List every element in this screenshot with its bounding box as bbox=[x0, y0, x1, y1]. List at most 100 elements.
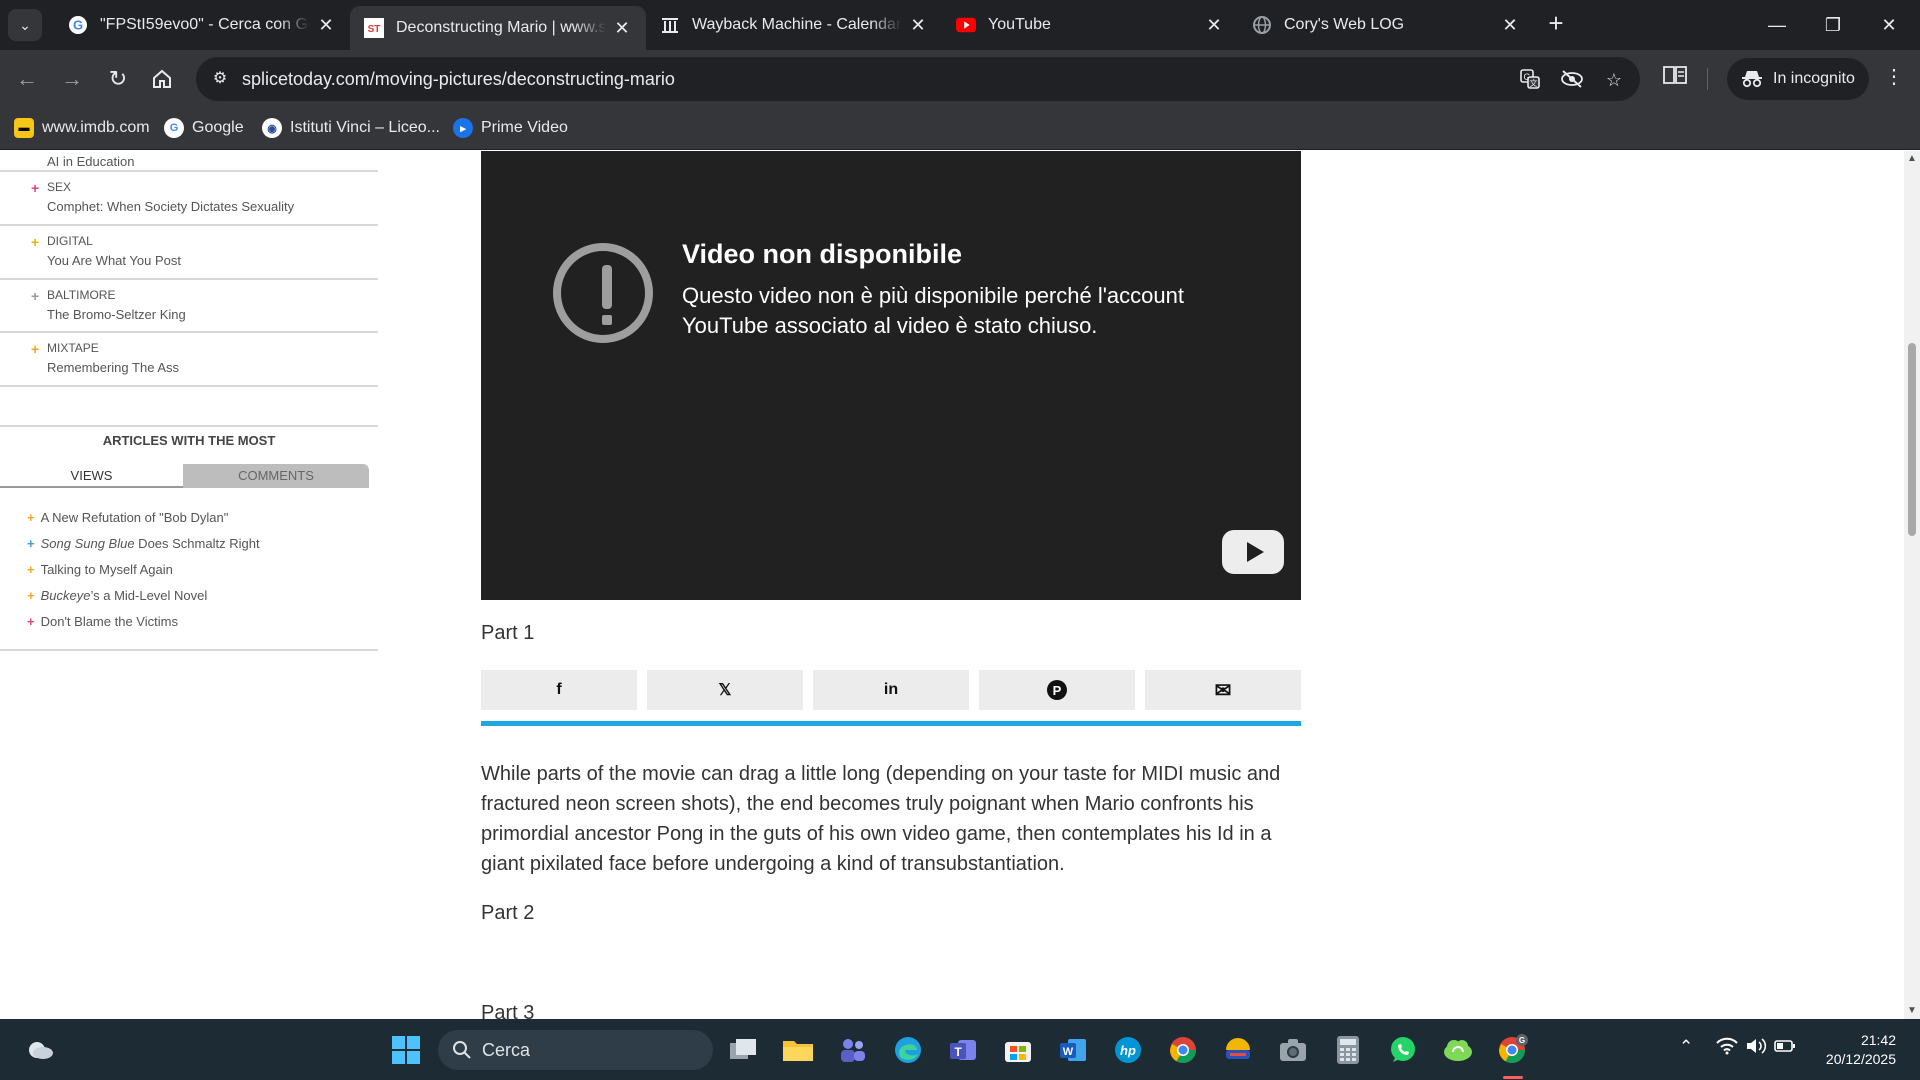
minimize-button[interactable]: — bbox=[1754, 8, 1800, 42]
video-error-message: Questo video non è più disponibile perch… bbox=[682, 283, 1184, 338]
tab-google-search[interactable]: G "FPStI59evo0" - Cerca con Google ✕ bbox=[54, 6, 350, 44]
sidebar-item-title: Remembering The Ass bbox=[47, 360, 179, 375]
close-icon[interactable]: ✕ bbox=[1204, 15, 1224, 36]
wifi-icon[interactable] bbox=[1716, 1037, 1738, 1060]
close-window-button[interactable]: ✕ bbox=[1866, 8, 1912, 42]
chrome-incognito-icon[interactable]: G bbox=[1497, 1034, 1529, 1066]
system-clock[interactable]: 21:42 20/12/2025 bbox=[1810, 1031, 1896, 1069]
weather-icon[interactable] bbox=[24, 1034, 56, 1066]
restore-icon: ❐ bbox=[1824, 15, 1842, 35]
sidebar-item-title: AI in Education bbox=[47, 154, 135, 169]
sidebar-item[interactable]: + MIXTAPE Remembering The Ass bbox=[0, 333, 378, 387]
tab-search-button[interactable]: ⌄ bbox=[8, 9, 42, 41]
word-icon[interactable]: W bbox=[1057, 1034, 1089, 1066]
page-scrollbar[interactable]: ▲ ▼ bbox=[1904, 151, 1920, 1019]
video-player[interactable]: Video non disponibile Questo video non è… bbox=[481, 151, 1301, 600]
teams-people-icon[interactable] bbox=[837, 1034, 869, 1066]
share-x-button[interactable]: 𝕏 bbox=[647, 670, 803, 710]
share-pinterest-button[interactable]: P bbox=[979, 670, 1135, 710]
tab-title: Deconstructing Mario | www.splicetoday.c… bbox=[396, 19, 606, 36]
close-icon[interactable]: ✕ bbox=[316, 15, 336, 36]
translate-icon[interactable]: G文 bbox=[1518, 68, 1542, 92]
task-view-icon[interactable] bbox=[727, 1034, 759, 1066]
most-article-link[interactable]: + Buckeye’s a Mid-Level Novel bbox=[27, 588, 207, 603]
more-menu-icon[interactable]: ⋮ bbox=[1884, 64, 1904, 89]
toolbar-divider bbox=[1707, 68, 1708, 90]
youtube-play-button[interactable] bbox=[1222, 530, 1284, 574]
bookmark-prime-video[interactable]: ▸ Prime Video bbox=[453, 118, 568, 138]
reading-mode-icon[interactable] bbox=[1662, 64, 1688, 92]
bookmark-google[interactable]: G Google bbox=[164, 118, 244, 138]
bookmark-istituti-vinci[interactable]: ◉ Istituti Vinci – Liceo... bbox=[262, 118, 440, 138]
scroll-down-icon[interactable]: ▼ bbox=[1907, 1005, 1917, 1016]
minimize-icon: — bbox=[1768, 15, 1786, 35]
sidebar-item[interactable]: + DIGITAL You Are What You Post bbox=[0, 226, 378, 280]
sidebar-item[interactable]: + SEX Comphet: When Society Dictates Sex… bbox=[0, 172, 378, 226]
most-article-link[interactable]: + Talking to Myself Again bbox=[27, 562, 173, 577]
tab-views[interactable]: VIEWS bbox=[0, 464, 183, 488]
most-article-link[interactable]: + Don't Blame the Victims bbox=[27, 614, 178, 629]
incognito-button[interactable]: In incognito bbox=[1727, 58, 1869, 100]
battery-icon[interactable] bbox=[1774, 1037, 1796, 1060]
scroll-up-icon[interactable]: ▲ bbox=[1907, 153, 1917, 164]
teams-icon[interactable]: T bbox=[947, 1034, 979, 1066]
tab-corys-web-log[interactable]: Cory's Web LOG ✕ bbox=[1238, 6, 1534, 44]
windows-start-icon[interactable] bbox=[390, 1034, 422, 1066]
sidebar-item[interactable]: + BALTIMORE The Bromo-Seltzer King bbox=[0, 280, 378, 333]
arrow-left-icon: ← bbox=[16, 66, 38, 91]
cloud-sync-icon[interactable] bbox=[1442, 1034, 1474, 1066]
eye-off-icon[interactable] bbox=[1560, 68, 1584, 92]
site-info-icon[interactable]: ⚙ bbox=[208, 67, 232, 91]
taskbar-search[interactable]: Cerca bbox=[438, 1030, 713, 1070]
share-facebook-button[interactable]: f bbox=[481, 670, 637, 710]
close-icon[interactable]: ✕ bbox=[612, 18, 632, 39]
scroll-thumb[interactable] bbox=[1908, 343, 1916, 536]
tab-comments[interactable]: COMMENTS bbox=[183, 464, 369, 488]
sidebar-item-category: DIGITAL bbox=[47, 234, 93, 248]
camera-icon[interactable] bbox=[1277, 1034, 1309, 1066]
whatsapp-icon[interactable] bbox=[1387, 1034, 1419, 1066]
bookmark-imdb[interactable]: ▬ www.imdb.com bbox=[14, 118, 150, 138]
plus-icon: + bbox=[1548, 8, 1564, 38]
hp-icon[interactable]: hp bbox=[1112, 1034, 1144, 1066]
imdb-icon: ▬ bbox=[14, 118, 34, 138]
star-icon[interactable]: ☆ bbox=[1602, 68, 1626, 92]
edge-icon[interactable] bbox=[892, 1034, 924, 1066]
tab-wayback-machine[interactable]: Wayback Machine - Calendar of ✕ bbox=[646, 6, 942, 44]
plus-icon: + bbox=[31, 180, 40, 196]
plus-icon: + bbox=[27, 614, 35, 629]
back-button[interactable]: ← bbox=[12, 64, 42, 94]
share-email-button[interactable]: ✉ bbox=[1145, 670, 1301, 710]
share-linkedin-button[interactable]: in bbox=[813, 670, 969, 710]
close-icon[interactable]: ✕ bbox=[1500, 15, 1520, 36]
most-article-link[interactable]: + Song Sung Blue Does Schmaltz Right bbox=[27, 536, 260, 551]
exclamation-icon bbox=[553, 243, 653, 343]
windows-taskbar: Cerca T W hp G ⌃ 21:42 20/12/2025 bbox=[0, 1019, 1920, 1080]
tab-youtube[interactable]: YouTube ✕ bbox=[942, 6, 1238, 44]
sidebar-item[interactable]: AI in Education bbox=[0, 151, 378, 172]
article-title: Don't Blame the Victims bbox=[40, 614, 178, 629]
file-explorer-icon[interactable] bbox=[782, 1034, 814, 1066]
svg-text:T: T bbox=[954, 1045, 962, 1059]
calculator-icon[interactable] bbox=[1332, 1034, 1364, 1066]
close-icon[interactable]: ✕ bbox=[908, 15, 928, 36]
app-icon[interactable] bbox=[1222, 1034, 1254, 1066]
bookmarks-bar: ▬ www.imdb.com G Google ◉ Istituti Vinci… bbox=[0, 108, 1920, 150]
address-bar[interactable]: ⚙ splicetoday.com/moving-pictures/decons… bbox=[196, 57, 1640, 101]
home-icon bbox=[153, 69, 171, 88]
chevron-up-icon[interactable]: ⌃ bbox=[1679, 1037, 1693, 1057]
microsoft-store-icon[interactable] bbox=[1002, 1034, 1034, 1066]
volume-icon[interactable] bbox=[1745, 1037, 1767, 1060]
sidebar-item-title: Comphet: When Society Dictates Sexuality bbox=[47, 199, 295, 214]
chrome-icon[interactable] bbox=[1167, 1034, 1199, 1066]
restore-button[interactable]: ❐ bbox=[1810, 8, 1856, 42]
new-tab-button[interactable]: + bbox=[1542, 10, 1570, 38]
most-article-link[interactable]: + A New Refutation of "Bob Dylan" bbox=[27, 510, 228, 525]
incognito-label: In incognito bbox=[1773, 70, 1855, 87]
forward-button[interactable]: → bbox=[57, 64, 87, 94]
bookmark-label: www.imdb.com bbox=[42, 119, 150, 136]
home-button[interactable] bbox=[147, 64, 177, 94]
tab-deconstructing-mario[interactable]: ST Deconstructing Mario | www.splicetoda… bbox=[350, 6, 646, 50]
plus-icon: + bbox=[27, 510, 35, 525]
reload-button[interactable]: ↻ bbox=[103, 64, 133, 94]
